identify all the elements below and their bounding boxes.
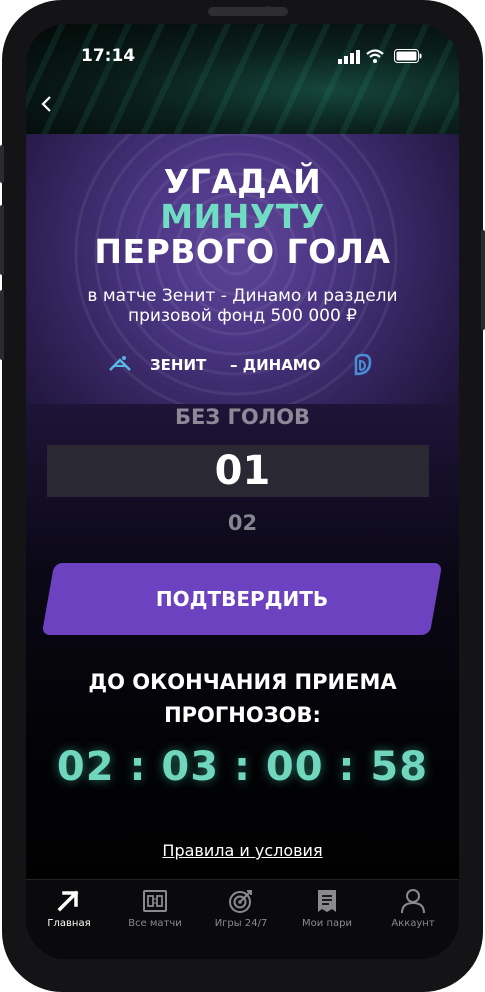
dinamo-logo-icon <box>354 353 372 376</box>
tab-all-matches-label: Все матчи <box>128 918 182 929</box>
status-bar: 17:14 <box>26 44 459 68</box>
wifi-icon <box>366 49 384 63</box>
promo-subtitle: в матче Зенит - Динамо и раздели призово… <box>87 286 398 326</box>
rules-link[interactable]: Правила и условия <box>26 841 459 860</box>
minute-option-previous[interactable]: БЕЗ ГОЛОВ <box>26 405 459 429</box>
confirm-button[interactable]: ПОДТВЕРДИТЬ <box>48 563 436 635</box>
promo-title-line-3: ПЕРВОГО ГОЛА <box>94 232 391 271</box>
power-button <box>481 230 485 330</box>
promo-title-line-2: МИНУТУ <box>160 197 325 236</box>
team-away-name: – ДИНАМО <box>230 356 321 374</box>
zenit-logo-icon <box>109 356 131 371</box>
back-button[interactable] <box>40 94 58 116</box>
tab-all-matches[interactable]: Все матчи <box>112 880 198 940</box>
minute-option-selected[interactable]: 01 <box>26 445 459 497</box>
match-teams: ЗЕНИТ – ДИНАМО <box>26 352 459 382</box>
tab-my-bets[interactable]: Мои пари <box>284 880 370 940</box>
tab-games[interactable]: Игры 24/7 <box>198 880 284 940</box>
speaker-grille <box>208 7 288 16</box>
promo-title-line-1: УГАДАЙ <box>163 162 322 201</box>
minute-option-next[interactable]: 02 <box>26 511 459 535</box>
status-time: 17:14 <box>81 46 136 66</box>
volume-up-button <box>0 205 4 275</box>
target-icon <box>229 890 252 913</box>
volume-down-button <box>0 290 4 360</box>
tab-games-label: Игры 24/7 <box>214 918 268 929</box>
tab-home[interactable]: Главная <box>26 880 112 940</box>
battery-icon <box>394 49 422 63</box>
countdown-timer: 02 : 03 : 00 : 58 <box>56 744 429 790</box>
arrow-up-right-icon <box>57 890 79 912</box>
tab-home-label: Главная <box>47 918 91 929</box>
scoreboard-icon <box>143 890 167 912</box>
screen: 17:14 УГАДАЙ МИНУТУ ПЕРВОГО ГОЛА в матче… <box>26 24 459 959</box>
user-icon <box>401 889 425 914</box>
tab-my-bets-label: Мои пари <box>302 918 352 929</box>
receipt-icon <box>318 890 336 912</box>
tab-account[interactable]: Аккаунт <box>370 880 456 940</box>
team-home-name: ЗЕНИТ <box>150 356 207 374</box>
header-background <box>26 24 459 134</box>
tab-account-label: Аккаунт <box>391 918 435 929</box>
side-button <box>0 145 4 183</box>
deadline-label: ДО ОКОНЧАНИЯ ПРИЕМА ПРОГНОЗОВ: <box>88 670 397 727</box>
cellular-signal-icon <box>338 50 360 64</box>
front-camera <box>263 6 273 16</box>
bottom-tab-bar: Главная Все матчи Игры 24/7 Мои пари Акк… <box>26 879 459 959</box>
chevron-left-icon <box>41 96 51 112</box>
